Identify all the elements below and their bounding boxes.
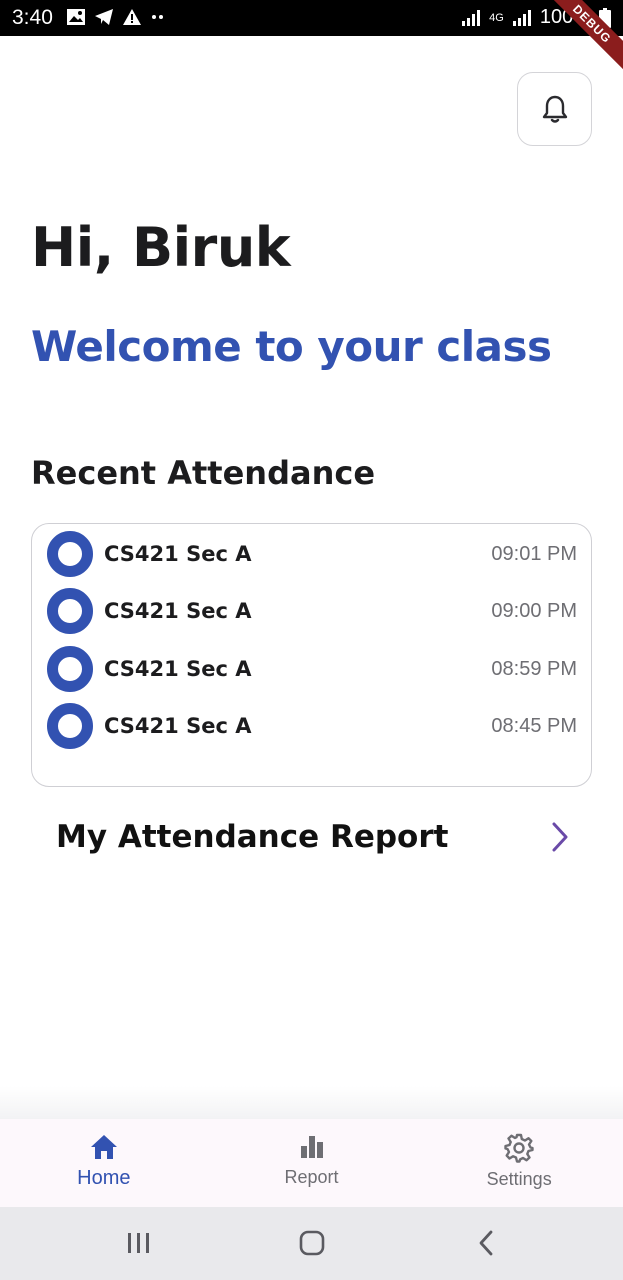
signal-icon (462, 9, 481, 26)
back-icon[interactable] (476, 1229, 498, 1257)
greeting-title: Hi, Biruk (31, 216, 291, 279)
attendance-status-icon (47, 588, 93, 634)
attendance-row[interactable]: CS421 Sec A 08:59 PM (47, 646, 577, 692)
notification-icons (66, 8, 166, 26)
attendance-status-icon (47, 531, 93, 577)
more-notifications-icon (152, 15, 163, 19)
attendance-row[interactable]: CS421 Sec A 08:45 PM (47, 703, 577, 749)
gear-icon (504, 1133, 534, 1163)
attendance-course: CS421 Sec A (104, 542, 252, 566)
nav-settings[interactable]: Settings (415, 1119, 623, 1207)
nav-home[interactable]: Home (0, 1119, 208, 1207)
recent-attendance-title: Recent Attendance (31, 454, 376, 492)
attendance-status-icon (47, 703, 93, 749)
attendance-course: CS421 Sec A (104, 714, 252, 738)
bottom-nav-shadow (0, 1086, 623, 1120)
network-type-label: 4G (489, 11, 504, 24)
attendance-report-label: My Attendance Report (56, 819, 449, 855)
home-button-icon[interactable] (298, 1229, 326, 1257)
home-icon (90, 1135, 117, 1159)
welcome-subtitle: Welcome to your class (31, 322, 552, 371)
nav-report[interactable]: Report (208, 1119, 416, 1207)
recent-apps-icon[interactable] (126, 1229, 152, 1257)
nav-settings-label: Settings (486, 1169, 552, 1189)
bar-chart-icon (300, 1136, 323, 1158)
attendance-status-icon (47, 646, 93, 692)
attendance-time: 08:45 PM (491, 714, 577, 737)
nav-report-label: Report (284, 1167, 339, 1187)
recent-attendance-card: CS421 Sec A 09:01 PM CS421 Sec A 09:00 P… (31, 523, 592, 787)
bell-icon (542, 95, 567, 123)
bottom-navigation: Home Report Settings (0, 1119, 623, 1207)
status-bar: 3:40 4G 100% DEBUG (0, 0, 623, 78)
image-icon (67, 9, 85, 25)
notifications-button[interactable] (517, 72, 592, 146)
system-navigation-bar (0, 1207, 623, 1280)
attendance-report-link[interactable]: My Attendance Report (31, 806, 592, 868)
attendance-course: CS421 Sec A (104, 599, 252, 623)
telegram-icon (95, 9, 113, 25)
attendance-time: 08:59 PM (491, 657, 577, 680)
status-time: 3:40 (12, 6, 53, 29)
attendance-time: 09:00 PM (491, 599, 577, 622)
signal-icon-2 (512, 9, 531, 26)
attendance-row[interactable]: CS421 Sec A 09:00 PM (47, 588, 577, 634)
chevron-right-icon (552, 822, 568, 852)
attendance-time: 09:01 PM (491, 542, 577, 565)
nav-home-label: Home (77, 1167, 131, 1189)
attendance-row[interactable]: CS421 Sec A 09:01 PM (47, 531, 577, 577)
attendance-course: CS421 Sec A (104, 657, 252, 681)
warning-icon (123, 9, 141, 25)
